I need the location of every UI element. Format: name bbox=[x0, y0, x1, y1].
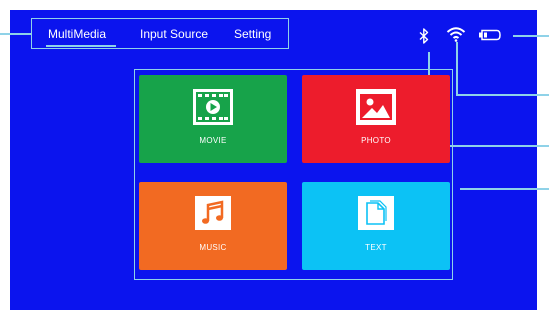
callout-line-wifi-v bbox=[456, 42, 458, 95]
callout-line-wifi-h bbox=[456, 94, 549, 96]
callout-line-nav bbox=[0, 33, 31, 35]
photo-tile[interactable]: PHOTO bbox=[302, 75, 450, 163]
music-note-icon bbox=[195, 196, 231, 230]
callout-line-input bbox=[513, 35, 549, 37]
image-icon bbox=[356, 89, 396, 125]
tab-multimedia[interactable]: MultiMedia bbox=[48, 27, 106, 41]
callout-line-panel bbox=[460, 188, 549, 190]
tab-multimedia-underline bbox=[46, 45, 116, 47]
bluetooth-icon[interactable] bbox=[419, 28, 429, 44]
media-panel: MOVIE PHOTO MUSIC TEXT bbox=[134, 69, 453, 280]
photo-label: PHOTO bbox=[361, 136, 391, 145]
music-label: MUSIC bbox=[199, 243, 227, 252]
top-nav: MultiMedia Input Source Setting bbox=[31, 18, 289, 49]
text-label: TEXT bbox=[365, 243, 387, 252]
wifi-icon[interactable] bbox=[446, 26, 466, 42]
movie-label: MOVIE bbox=[199, 136, 227, 145]
tab-setting[interactable]: Setting bbox=[234, 27, 271, 41]
film-icon bbox=[193, 89, 233, 125]
movie-tile[interactable]: MOVIE bbox=[139, 75, 287, 163]
tab-input-source[interactable]: Input Source bbox=[140, 27, 208, 41]
text-tile[interactable]: TEXT bbox=[302, 182, 450, 270]
document-icon bbox=[358, 196, 394, 230]
hdmi-input-icon[interactable] bbox=[478, 29, 502, 41]
music-tile[interactable]: MUSIC bbox=[139, 182, 287, 270]
